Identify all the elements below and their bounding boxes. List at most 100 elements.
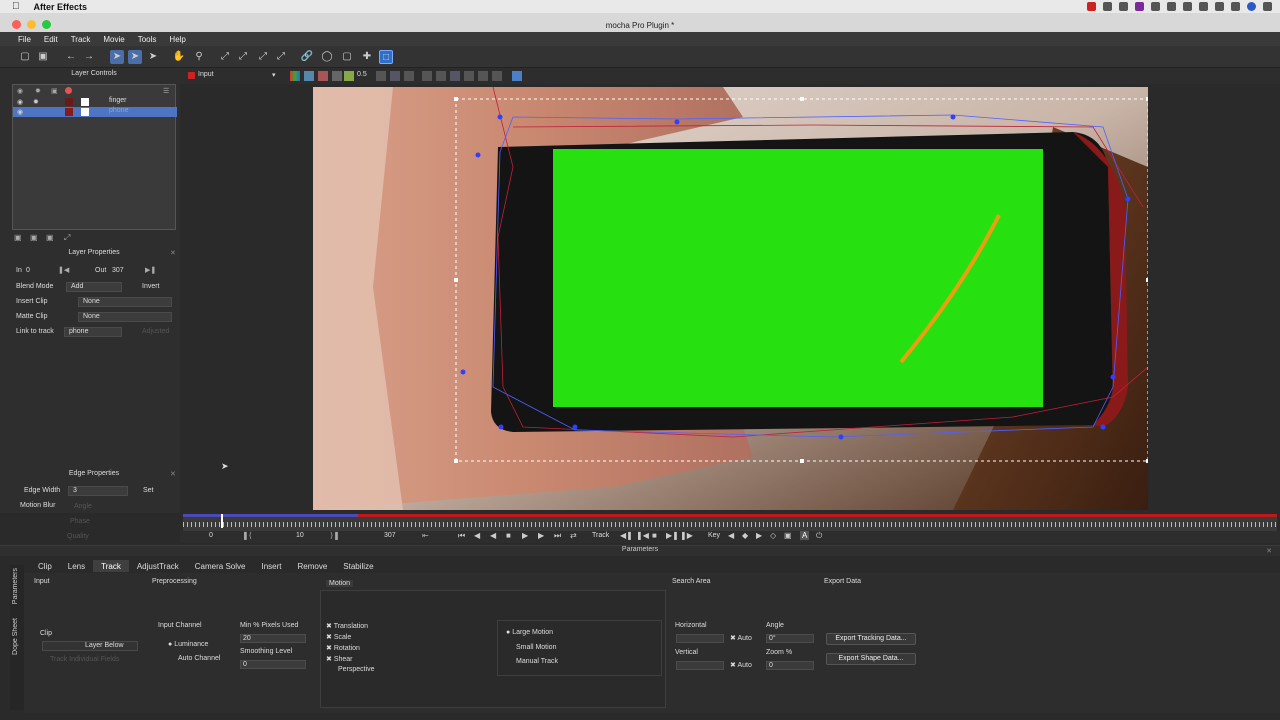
tab-stabilize[interactable]: Stabilize [335,560,381,572]
play-back-icon[interactable]: ◀ [490,531,496,540]
undo-icon[interactable]: ← [64,50,78,64]
set-out-icon[interactable]: ▶❚ [145,266,156,274]
tab-adjusttrack[interactable]: AdjustTrack [129,560,187,572]
lock-icon[interactable]: ▣ [51,87,58,95]
spline-point[interactable] [950,114,956,120]
clip-select[interactable]: Layer Below [42,641,138,651]
track-stop-icon[interactable]: ■ [652,531,657,540]
min-pixels-field[interactable]: 20 [240,634,306,643]
ellipse-tool-icon[interactable]: ◯ [320,50,334,64]
close-icon[interactable]: ✕ [170,249,176,257]
tab-clip[interactable]: Clip [30,560,60,572]
in-value[interactable]: 0 [26,267,30,274]
apple-icon[interactable]:  [12,1,20,12]
close-icon[interactable]: ✕ [170,470,176,478]
layer-menu-icon[interactable]: ☰ [163,87,169,95]
matte-clip-select[interactable]: None [78,312,172,322]
out-value[interactable]: 307 [112,267,124,274]
clear-keys-icon[interactable]: ▣ [784,531,792,540]
set-in-point-icon[interactable]: ❚⟨ [242,531,252,540]
export-tracking-button[interactable]: Export Tracking Data... [826,633,916,645]
volume-icon[interactable] [1199,2,1208,11]
invert-toggle[interactable]: Invert [142,283,160,290]
insert-clip-select[interactable]: None [78,297,172,307]
matte-icon[interactable] [332,71,342,81]
cloud-icon[interactable] [1103,2,1112,11]
cog-icon[interactable] [492,71,502,81]
zoom-level[interactable]: 0.5 [357,71,367,78]
auto-horizontal-checkbox[interactable]: ✖ Auto [730,634,752,642]
auto-channel-toggle[interactable]: Auto Channel [178,655,220,662]
frame-end[interactable]: 307 [384,532,396,539]
layer-row[interactable]: ◉ ✹ finger [13,97,177,107]
zoom-tool-icon[interactable]: ⚲ [192,50,206,64]
layer-row[interactable]: ◉ phone [13,107,177,117]
set-in-icon[interactable]: ❚◀ [58,266,69,274]
app-name[interactable]: After Effects [34,2,88,12]
proxy-icon[interactable] [512,71,522,81]
autokey-icon[interactable]: A [800,531,810,540]
set-edge-button[interactable]: Set [143,487,154,494]
step-back-icon[interactable]: ◀ [474,531,480,540]
menu-file[interactable]: File [18,35,31,44]
select-point-tool-icon[interactable]: ➤ [146,50,160,64]
alpha-icon[interactable] [304,71,314,81]
corner-handle[interactable] [1146,459,1148,463]
select-all-tool-icon[interactable]: ➤ [128,50,142,64]
rotation-checkbox[interactable]: ✖ Rotation [326,644,360,652]
center-icon[interactable] [436,71,446,81]
redo-icon[interactable]: → [82,50,96,64]
stop-icon[interactable]: ■ [506,531,511,540]
play-icon[interactable]: ▶ [522,531,528,540]
link-tool-icon[interactable]: 🔗 [300,50,314,64]
fit-icon[interactable] [422,71,432,81]
dropbox-icon[interactable] [1151,2,1160,11]
prev-key-icon[interactable]: ◀ [728,531,734,540]
tab-parameters[interactable]: Parameters [12,568,19,604]
go-start-icon[interactable]: ⏮ [458,531,465,541]
xspline-add-tool-icon[interactable]: ⤢ [236,50,250,64]
tab-insert[interactable]: Insert [253,560,289,572]
corner-handle[interactable] [1146,97,1148,101]
power-icon[interactable]: ⏻ [816,531,822,541]
smoothing-field[interactable]: 0 [240,660,306,669]
edge-handle[interactable] [800,459,804,463]
spline-point[interactable] [1100,424,1106,430]
record-icon[interactable] [1087,2,1096,11]
view-selector[interactable]: Input [198,71,214,78]
edge-handle[interactable] [1146,278,1148,282]
mask-icon[interactable] [318,71,328,81]
eye-icon[interactable]: ◉ [17,87,23,95]
track-individual-fields-toggle[interactable]: Track Individual Fields [50,656,119,663]
tab-lens[interactable]: Lens [60,560,93,572]
layer-matte-swatch[interactable] [81,108,89,116]
select-tool-icon[interactable]: ➤ [110,50,124,64]
jump-icon[interactable]: ⇤ [422,531,429,540]
close-icon[interactable]: ✕ [1266,547,1272,555]
tab-track[interactable]: Track [93,560,129,572]
new-layer-icon[interactable]: ▣ [14,233,22,242]
small-motion-radio[interactable]: Small Motion [516,644,556,651]
sync-icon[interactable] [1119,2,1128,11]
app-status-icon[interactable] [1135,2,1144,11]
rectangle-tool-icon[interactable]: ▢ [340,50,354,64]
siri-icon[interactable] [1247,2,1256,11]
bezier-add-tool-icon[interactable]: ⤢ [274,50,288,64]
luminance-radio[interactable]: ● Luminance [168,641,208,648]
cog-icon[interactable]: ✹ [33,98,39,106]
duplicate-layer-icon[interactable]: ▣ [30,233,38,242]
motion-blur-toggle[interactable]: Motion Blur [20,502,55,509]
timeline-ruler[interactable] [183,514,1277,531]
menu-edit[interactable]: Edit [44,35,58,44]
grid-icon[interactable] [390,71,400,81]
tab-remove[interactable]: Remove [289,560,335,572]
menu-tools[interactable]: Tools [138,35,157,44]
view-mode-icon[interactable] [376,71,386,81]
bezier-tool-icon[interactable]: ⤢ [256,50,270,64]
playhead[interactable] [221,514,223,528]
search-icon[interactable] [1231,2,1240,11]
add-key-icon[interactable]: ◆ [742,531,748,540]
spline-point[interactable] [1125,196,1131,202]
spline-point[interactable] [498,424,504,430]
vertical-field[interactable] [676,661,724,670]
